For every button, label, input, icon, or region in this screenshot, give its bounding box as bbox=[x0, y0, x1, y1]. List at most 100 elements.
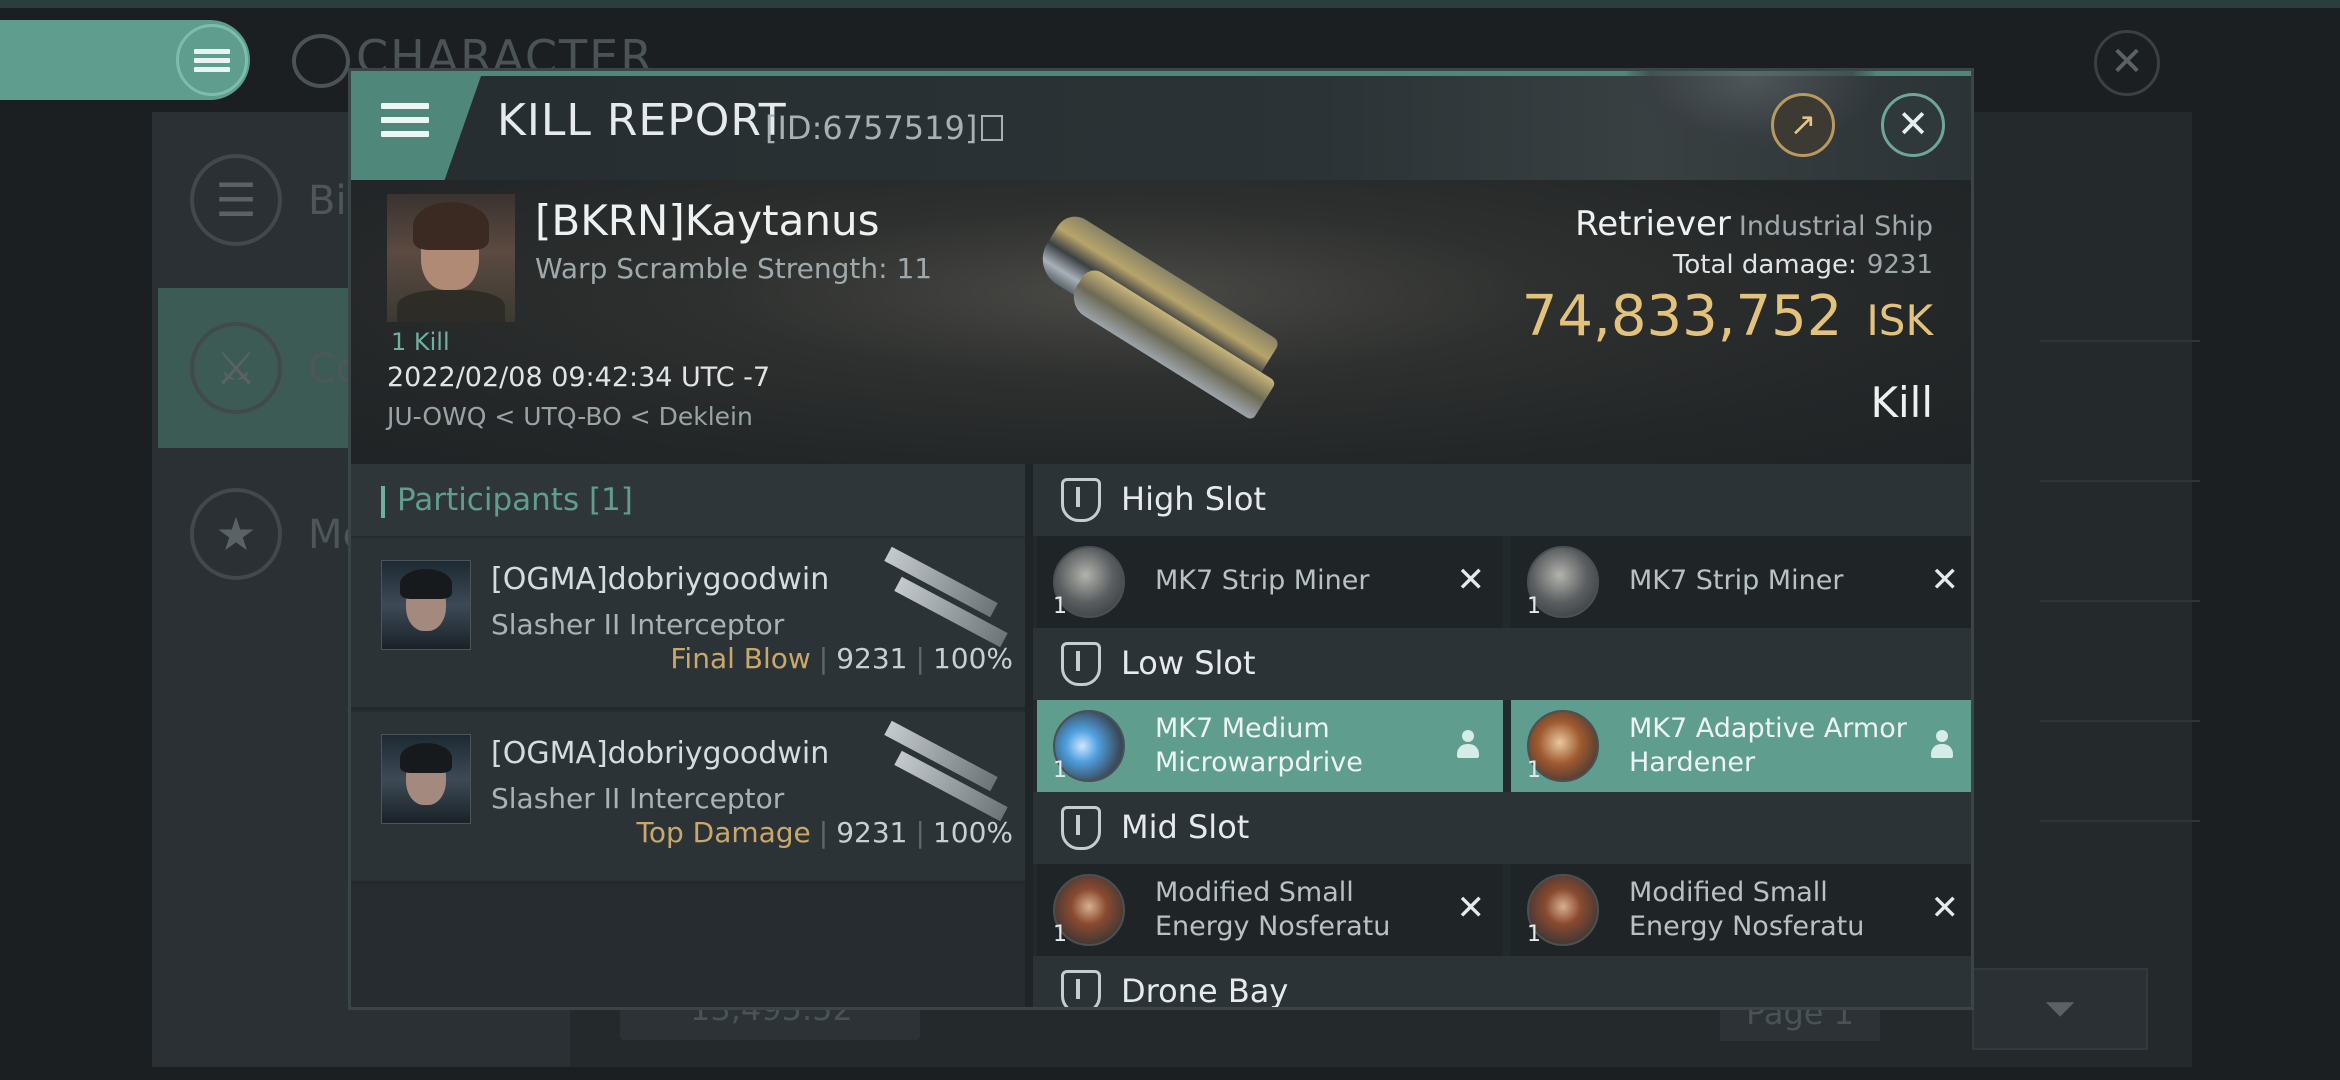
bg-divider bbox=[2040, 340, 2200, 342]
participant-ship-image[interactable] bbox=[881, 546, 1008, 648]
victim-ship-class: Industrial Ship bbox=[1738, 211, 1933, 242]
module-name-line2: Hardener bbox=[1629, 747, 1756, 778]
module-name-line2: Microwarpdrive bbox=[1155, 747, 1363, 778]
person-icon bbox=[1455, 730, 1481, 760]
destroyed-x-icon: ✕ bbox=[1930, 560, 1960, 600]
kill-count: 1 Kill bbox=[391, 328, 450, 356]
bg-divider bbox=[2040, 480, 2200, 482]
participant-avatar[interactable] bbox=[381, 560, 471, 650]
shield-icon bbox=[1061, 478, 1101, 522]
kill-datetime: 2022/02/08 09:42:34 UTC -7 bbox=[387, 362, 771, 393]
participant-name[interactable]: [OGMA]dobriygoodwin bbox=[491, 736, 829, 771]
shield-icon bbox=[1061, 806, 1101, 850]
victim-name[interactable]: [BKRN]Kaytanus bbox=[535, 196, 879, 245]
victim-portrait[interactable] bbox=[387, 194, 515, 322]
star-icon: ★ bbox=[190, 488, 282, 580]
mid-slot-title: Mid Slot bbox=[1121, 808, 1250, 846]
person-icon bbox=[1929, 730, 1955, 760]
close-icon[interactable]: ✕ bbox=[1881, 93, 1945, 157]
total-damage-value: 9231 bbox=[1866, 250, 1933, 280]
shield-icon bbox=[1061, 642, 1101, 686]
participant-stats: Final Blow | 9231 | 100% bbox=[670, 642, 1013, 675]
isk-value: 74,833,752 bbox=[1521, 284, 1843, 349]
mid-slot-header: Mid Slot bbox=[1033, 792, 1971, 864]
total-damage-label: Total damage: bbox=[1672, 250, 1857, 280]
participant-ship: Slasher II Interceptor bbox=[491, 608, 785, 641]
bg-divider bbox=[2040, 720, 2200, 722]
swords-icon: ⚔ bbox=[190, 322, 282, 414]
module-name: MK7 Strip Miner bbox=[1155, 565, 1370, 596]
hamburger-icon[interactable] bbox=[381, 103, 429, 145]
high-slot-title: High Slot bbox=[1121, 480, 1267, 518]
module-name: Modified Small bbox=[1155, 877, 1354, 908]
participant-percent: 100% bbox=[932, 642, 1013, 675]
share-icon[interactable]: ↗ bbox=[1771, 93, 1835, 157]
destroyed-x-icon: ✕ bbox=[1930, 888, 1960, 928]
drone-bay-header: Drone Bay bbox=[1033, 956, 1971, 1010]
low-slot-title: Low Slot bbox=[1121, 644, 1256, 682]
bg-divider bbox=[2040, 820, 2200, 822]
isk-unit: ISK bbox=[1866, 296, 1933, 345]
participant-damage: 9231 bbox=[836, 816, 908, 849]
module-name: MK7 Strip Miner bbox=[1629, 565, 1844, 596]
kill-report-modal: KILL REPORT [ID:6757519] ↗ ✕ [BKRN]Kayta… bbox=[348, 68, 1974, 1010]
module-qty: 1 bbox=[1527, 594, 1541, 619]
participants-accent-bar bbox=[381, 486, 385, 518]
participant-ship: Slasher II Interceptor bbox=[491, 782, 785, 815]
module-qty: 1 bbox=[1527, 758, 1541, 783]
report-id[interactable]: [ID:6757519] bbox=[765, 109, 1004, 147]
module-tile[interactable]: 1 MK7 Strip Miner ✕ bbox=[1037, 536, 1503, 628]
module-name: MK7 Medium bbox=[1155, 713, 1330, 744]
module-name-line2: Energy Nosferatu bbox=[1155, 911, 1391, 942]
module-name-line2: Energy Nosferatu bbox=[1629, 911, 1865, 942]
copy-icon[interactable] bbox=[981, 115, 1004, 141]
destroyed-x-icon: ✕ bbox=[1456, 888, 1486, 928]
list-icon: ☰ bbox=[190, 154, 282, 246]
participant-tag: Final Blow bbox=[670, 642, 811, 675]
report-id-text: [ID:6757519] bbox=[765, 109, 978, 147]
filter-icon[interactable]: ⏷ bbox=[1972, 968, 2148, 1050]
module-name: Modified Small bbox=[1629, 877, 1828, 908]
module-tile[interactable]: 1 Modified Small Energy Nosferatu ✕ bbox=[1511, 864, 1971, 956]
top-strip bbox=[0, 0, 2340, 8]
shield-icon bbox=[1061, 970, 1101, 1007]
participants-panel: Participants [1] [OGMA]dobriygoodwin Sla… bbox=[351, 464, 1025, 1007]
victim-ship-image[interactable] bbox=[1001, 209, 1301, 440]
isk-line: 74,833,752 ISK bbox=[1522, 284, 1933, 349]
participant-percent: 100% bbox=[932, 816, 1013, 849]
module-tile[interactable]: 1 MK7 Adaptive Armor Hardener bbox=[1511, 700, 1971, 792]
victim-ship-line: Retriever Industrial Ship bbox=[1575, 204, 1933, 244]
participants-title: Participants [1] bbox=[397, 482, 633, 518]
participant-ship-image[interactable] bbox=[881, 720, 1008, 822]
bg-divider bbox=[2040, 600, 2200, 602]
portrait-hair bbox=[413, 202, 489, 250]
participant-name[interactable]: [OGMA]dobriygoodwin bbox=[491, 562, 829, 597]
module-qty: 1 bbox=[1527, 922, 1541, 947]
fitting-panel: High Slot 1 MK7 Strip Miner ✕ 1 MK7 Stri… bbox=[1033, 464, 1971, 1010]
module-tile[interactable]: 1 Modified Small Energy Nosferatu ✕ bbox=[1037, 864, 1503, 956]
participant-stats: Top Damage | 9231 | 100% bbox=[636, 816, 1013, 849]
drone-bay-title: Drone Bay bbox=[1121, 972, 1289, 1010]
participants-header: Participants [1] bbox=[351, 464, 1025, 536]
module-qty: 1 bbox=[1053, 594, 1067, 619]
bg-close-icon[interactable]: ✕ bbox=[2094, 30, 2160, 96]
modal-title: KILL REPORT bbox=[497, 95, 787, 146]
low-slot-header: Low Slot bbox=[1033, 628, 1971, 700]
destroyed-x-icon: ✕ bbox=[1456, 560, 1486, 600]
module-qty: 1 bbox=[1053, 758, 1067, 783]
character-icon bbox=[292, 34, 350, 88]
total-damage-line: Total damage: 9231 bbox=[1673, 250, 1933, 280]
victim-summary: [BKRN]Kaytanus Warp Scramble Strength: 1… bbox=[351, 180, 1971, 464]
module-tile[interactable]: 1 MK7 Strip Miner ✕ bbox=[1511, 536, 1971, 628]
module-name: MK7 Adaptive Armor bbox=[1629, 713, 1907, 744]
participant-tag: Top Damage bbox=[636, 816, 811, 849]
high-slot-header: High Slot bbox=[1033, 464, 1971, 536]
module-tile[interactable]: 1 MK7 Medium Microwarpdrive bbox=[1037, 700, 1503, 792]
bg-menu-icon[interactable] bbox=[176, 24, 248, 96]
portrait-body bbox=[397, 290, 505, 322]
participant-row[interactable]: [OGMA]dobriygoodwin Slasher II Intercept… bbox=[351, 538, 1025, 710]
victim-ship-name[interactable]: Retriever bbox=[1575, 204, 1731, 244]
participant-avatar[interactable] bbox=[381, 734, 471, 824]
participant-row[interactable]: [OGMA]dobriygoodwin Slasher II Intercept… bbox=[351, 712, 1025, 884]
warp-scramble-strength: Warp Scramble Strength: 11 bbox=[535, 252, 933, 285]
